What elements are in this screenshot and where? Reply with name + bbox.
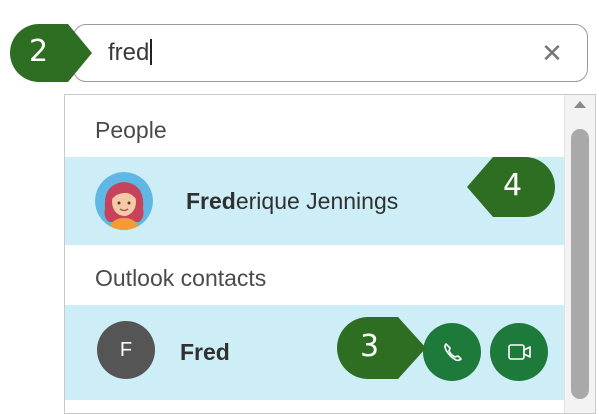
close-icon[interactable]: ✕ <box>539 40 565 66</box>
person-avatar <box>95 172 153 230</box>
call-button[interactable] <box>423 323 481 381</box>
callout-number-4: 4 <box>503 168 523 203</box>
section-header-outlook-contacts: Outlook contacts <box>95 265 267 291</box>
search-input[interactable]: fred <box>108 39 153 67</box>
scrollbar[interactable] <box>564 95 595 413</box>
callout-marker-2 <box>10 24 93 82</box>
result-row-contact[interactable]: F Fred <box>65 305 565 400</box>
person-name: Frederique Jennings <box>186 188 399 214</box>
contact-name: Fred <box>180 339 230 365</box>
callout-number-2: 2 <box>29 34 49 69</box>
search-results-dropdown: People Frederique Jennings Outlook conta… <box>64 94 596 414</box>
phone-icon <box>444 343 462 362</box>
video-call-button[interactable] <box>490 323 548 381</box>
section-header-people: People <box>95 117 167 143</box>
video-camera-icon <box>508 344 531 360</box>
callout-number-3: 3 <box>360 329 380 364</box>
scrollbar-thumb[interactable] <box>571 129 589 399</box>
chevron-up-icon[interactable] <box>574 101 586 108</box>
search-field[interactable]: fred ✕ <box>73 24 588 82</box>
text-caret <box>150 39 153 65</box>
contact-avatar: F <box>97 321 155 379</box>
callout-marker-3 <box>337 317 426 379</box>
